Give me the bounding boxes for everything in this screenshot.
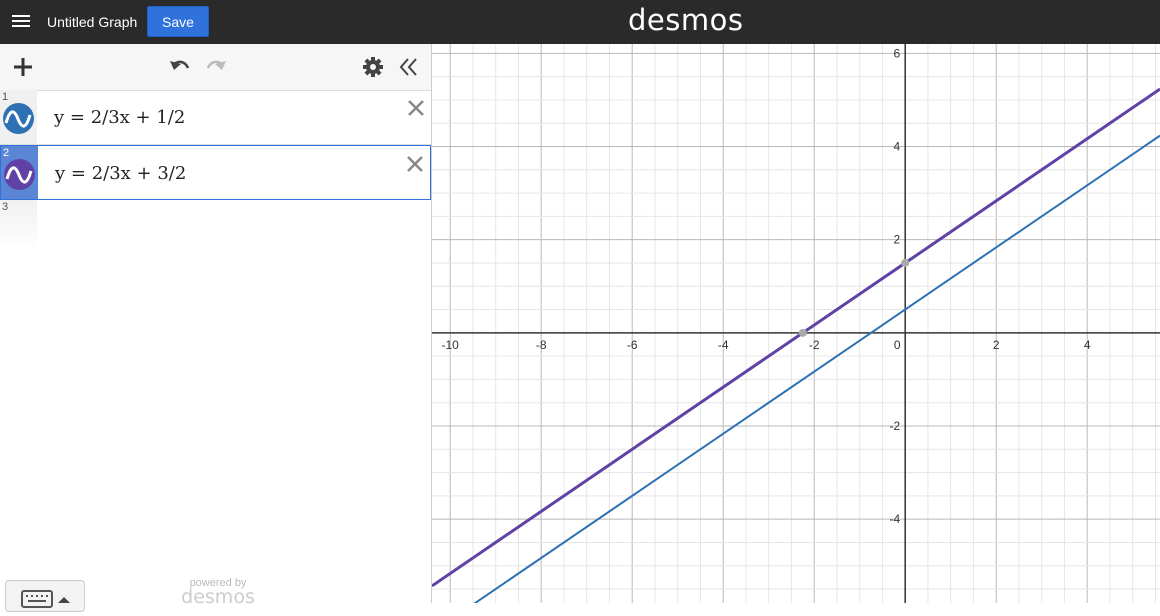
line-color-icon[interactable]	[3, 103, 34, 134]
graph-title[interactable]: Untitled Graph	[47, 14, 137, 30]
expression-row-1[interactable]: 1 y = 2/3x + 1/2	[0, 90, 431, 145]
x-tick-label: -2	[809, 338, 820, 352]
intercept-point	[901, 258, 910, 267]
top-bar: Untitled Graph Save desmos	[0, 0, 1160, 44]
graph-canvas[interactable]: -10 -8 -6 -4 -2 0 2 4 6 4 2 -2 -4	[432, 44, 1160, 603]
powered-by-desmos: powered by desmos	[181, 577, 255, 608]
y-tick-label: 6	[894, 46, 901, 60]
y-tick-label: -2	[890, 419, 901, 433]
y-tick-label: -4	[890, 512, 901, 526]
y-tick-label: 4	[894, 139, 901, 153]
x-tick-label: -4	[718, 338, 729, 352]
line-color-icon[interactable]	[4, 159, 35, 190]
expression-formula[interactable]: y = 2/3x + 3/2	[55, 163, 186, 184]
gear-icon[interactable]	[361, 55, 385, 79]
expression-list-panel: 1 y = 2/3x + 1/2 2 y = 2/3x + 3/2 3 powe…	[0, 44, 432, 612]
x-tick-label: 4	[1084, 338, 1091, 352]
delete-expression-icon[interactable]	[404, 153, 426, 175]
plus-icon[interactable]	[11, 55, 35, 79]
x-tick-label: -8	[536, 338, 547, 352]
y-tick-label: 2	[894, 233, 901, 247]
x-tick-label: 0	[894, 338, 901, 352]
intercept-point	[798, 328, 807, 337]
undo-icon[interactable]	[168, 55, 192, 79]
caret-up-icon	[58, 597, 70, 603]
collapse-panel-icon[interactable]	[397, 55, 421, 79]
x-tick-label: 2	[993, 338, 1000, 352]
keyboard-toggle-button[interactable]	[5, 580, 85, 612]
expression-toolbar	[0, 44, 431, 91]
expression-row-2[interactable]: 2 y = 2/3x + 3/2	[0, 145, 431, 200]
x-tick-label: -6	[627, 338, 638, 352]
expression-row-3[interactable]: 3	[0, 200, 37, 250]
save-button[interactable]: Save	[147, 6, 209, 37]
desmos-logo: desmos	[628, 3, 744, 37]
expression-formula[interactable]: y = 2/3x + 1/2	[54, 107, 185, 128]
x-tick-label: -10	[442, 338, 460, 352]
keyboard-icon	[21, 590, 53, 608]
hamburger-menu-icon[interactable]	[12, 12, 32, 32]
redo-icon[interactable]	[204, 55, 228, 79]
delete-expression-icon[interactable]	[405, 97, 427, 119]
